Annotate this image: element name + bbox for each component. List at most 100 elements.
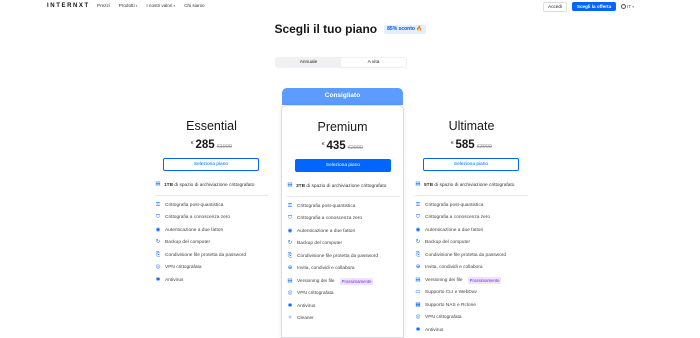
feature-item: ⛉ Crittografia a conoscenza zero xyxy=(155,212,270,225)
plan-price: 585 xyxy=(455,139,475,151)
feature-item: ◎ VPN crittografata xyxy=(415,312,530,325)
feature-item: ⛉ Crittografia a conoscenza zero xyxy=(287,213,402,226)
feature-item: ⚿ Crittografia post-quantistica xyxy=(155,199,270,212)
storage-text: 3TB di spazio di archiviazione crittogra… xyxy=(296,184,386,189)
storage-amount: 1TB xyxy=(164,182,174,188)
feature-label: VPN crittografata xyxy=(425,315,462,321)
feature-label: Crittografia post-quantistica xyxy=(297,203,356,209)
feature-item: ⊕ Invita, condividi e collabora xyxy=(287,263,402,276)
feature-item: ✧ Cleaner xyxy=(287,313,402,326)
plan-name: Essential xyxy=(186,119,237,133)
feature-item: ▤ Versioning dei file Prossimamente xyxy=(415,274,530,287)
feature-item: ◉ Autenticazione a due fattori xyxy=(415,224,530,237)
storage-row: ▤ 1TB di spazio di archiviazione crittog… xyxy=(155,182,254,188)
feature-list: ⚿ Crittografia post-quantistica ⛉ Critto… xyxy=(415,199,530,337)
share-icon: ⎘ xyxy=(287,252,293,259)
feature-list: ⚿ Crittografia post-quantistica ⛉ Critto… xyxy=(155,199,270,287)
storage-icon: ▤ xyxy=(415,181,421,188)
invite-icon: ⊕ xyxy=(415,264,421,270)
feature-item: ✱ Antivirus xyxy=(287,300,402,313)
feature-label: Versioning dei file xyxy=(297,278,335,284)
feature-list: ⚿ Crittografia post-quantistica ⛉ Critto… xyxy=(287,200,402,325)
plan-card-essential: Essential € 285 €1900 Seleziona piano ▤ … xyxy=(150,105,273,338)
brand-logo[interactable]: INTERNXT xyxy=(47,3,90,9)
divider xyxy=(415,195,528,196)
storage-text: 5TB di spazio di archiviazione crittogra… xyxy=(424,183,514,188)
feature-item: ▤ Versioning dei file Prossimamente xyxy=(287,275,402,288)
feature-item: ◎ VPN crittografata xyxy=(155,262,270,275)
backup-icon: ↻ xyxy=(287,240,293,246)
plan-price: 285 xyxy=(195,139,215,151)
chevron-down-icon: ▾ xyxy=(135,3,138,8)
key-icon: ⚿ xyxy=(287,202,293,209)
billing-toggle: Annuale A vita xyxy=(275,57,407,68)
old-price-value: 1900 xyxy=(219,144,232,150)
cleaner-icon: ✧ xyxy=(287,315,293,321)
bug-icon: ✱ xyxy=(155,276,161,283)
currency-symbol: € xyxy=(321,141,325,146)
storage-row: ▤ 5TB di spazio di archiviazione crittog… xyxy=(415,182,514,188)
page-title: Scegli il tuo piano xyxy=(274,22,378,36)
vpn-icon: ◎ xyxy=(155,264,161,270)
feature-label: Condivisione file protetta da password xyxy=(425,252,507,258)
storage-text: 1TB di spazio di archiviazione crittogra… xyxy=(164,183,254,188)
nav-link-prodotti[interactable]: Prodotti ▾ xyxy=(119,3,138,8)
vpn-icon: ◎ xyxy=(415,314,421,320)
toggle-annual[interactable]: Annuale xyxy=(276,58,341,67)
feature-label: Autenticazione a due fattori xyxy=(425,227,484,233)
divider xyxy=(287,196,400,197)
toggle-lifetime[interactable]: A vita xyxy=(341,58,406,67)
feature-item: ⛉ Crittografia a conoscenza zero xyxy=(415,212,530,225)
globe-icon xyxy=(621,4,627,9)
nav-link-label: Prodotti xyxy=(118,3,135,8)
vpn-icon: ◎ xyxy=(287,290,293,296)
feature-label: Antivirus xyxy=(297,303,316,309)
feature-item: ⎘ Condivisione file protetta da password xyxy=(287,250,402,263)
feature-item: ◉ Autenticazione a due fattori xyxy=(287,225,402,238)
feature-label: Crittografia a conoscenza zero xyxy=(297,216,363,222)
recommended-badge: Consigliato xyxy=(282,88,403,105)
price-row: € 585 €3900 xyxy=(410,139,533,151)
nav-link-chi-siamo[interactable]: Chi siamo xyxy=(184,3,204,8)
feature-item: ↻ Backup del computer xyxy=(155,237,270,250)
feature-label: Crittografia a conoscenza zero xyxy=(425,215,491,221)
feature-label: Antivirus xyxy=(425,327,444,333)
language-selector[interactable]: IT ▾ xyxy=(621,4,634,9)
feature-item: ⚿ Crittografia post-quantistica xyxy=(415,199,530,212)
price-row: € 285 €1900 xyxy=(150,139,273,151)
backup-icon: ↻ xyxy=(415,239,421,245)
select-plan-button[interactable]: Seleziona piano xyxy=(423,158,519,171)
storage-amount: 3TB xyxy=(296,183,306,189)
feature-item: ▦ Supporto NAS e Rclone xyxy=(415,299,530,312)
feature-item: ⊕ Invita, condividi e collabora xyxy=(415,262,530,275)
login-button[interactable]: Accedi xyxy=(543,1,567,12)
price-row: € 435 €2900 xyxy=(282,140,403,152)
fingerprint-icon: ◉ xyxy=(155,226,161,233)
plan-name: Premium xyxy=(317,120,368,134)
feature-item: ↻ Backup del computer xyxy=(415,237,530,250)
select-plan-button[interactable]: Seleziona piano xyxy=(163,158,259,171)
nav-link-prezzi[interactable]: Prezzi xyxy=(97,3,110,8)
terminal-icon: ▭ xyxy=(415,289,421,295)
version-icon: ▤ xyxy=(415,276,421,283)
plan-card-ultimate: Ultimate € 585 €3900 Seleziona piano ▤ 5… xyxy=(410,105,533,338)
shield-icon: ⛉ xyxy=(155,214,161,220)
select-plan-button[interactable]: Seleziona piano xyxy=(295,159,391,172)
bug-icon: ✱ xyxy=(415,326,421,333)
feature-item: ▭ Supporto CLI e WebDav xyxy=(415,287,530,300)
feature-label: Condivisione file protetta da password xyxy=(165,252,247,258)
choose-offer-button[interactable]: Scegli la offerta xyxy=(571,2,617,11)
plan-price: 435 xyxy=(326,140,346,152)
old-price: €2900 xyxy=(348,145,363,151)
feature-item: ⎘ Condivisione file protetta da password xyxy=(415,249,530,262)
feature-label: Backup del computer xyxy=(297,241,343,247)
nas-icon: ▦ xyxy=(415,301,421,308)
storage-icon: ▤ xyxy=(287,182,293,189)
hero-header: Scegli il tuo piano 85% sconto 🔥 xyxy=(0,22,700,36)
chevron-down-icon: ▾ xyxy=(632,4,634,9)
nav-link-valori[interactable]: I nostri valori ▾ xyxy=(146,3,175,8)
nav-links: Prezzi Prodotti ▾ I nostri valori ▾ Chi si… xyxy=(97,3,205,8)
feature-label: Autenticazione a due fattori xyxy=(297,228,356,234)
feature-label: Autenticazione a due fattori xyxy=(165,227,224,233)
share-icon: ⎘ xyxy=(415,251,421,258)
